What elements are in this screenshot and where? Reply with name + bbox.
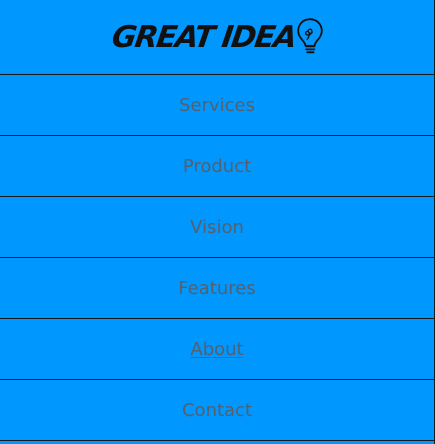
nav-link-about[interactable]: About xyxy=(190,340,243,359)
nav-link-product[interactable]: Product xyxy=(183,157,251,176)
brand-logo-link[interactable]: GREAT IDEA xyxy=(109,18,324,55)
primary-navigation: Services Product Vision Features About C… xyxy=(0,75,434,441)
lightbulb-icon xyxy=(297,18,323,54)
nav-item-vision: Vision xyxy=(0,197,434,258)
nav-link-features[interactable]: Features xyxy=(178,279,255,298)
nav-item-services: Services xyxy=(0,75,434,136)
nav-item-features: Features xyxy=(0,258,434,319)
site-header: GREAT IDEA xyxy=(0,0,434,75)
nav-link-contact[interactable]: Contact xyxy=(182,401,252,420)
nav-link-vision[interactable]: Vision xyxy=(190,218,244,237)
brand-logo-text: GREAT IDEA xyxy=(109,20,298,55)
nav-item-product: Product xyxy=(0,136,434,197)
nav-item-contact: Contact xyxy=(0,380,434,441)
mobile-menu-page: GREAT IDEA Services Product Vision Featu… xyxy=(0,0,435,444)
nav-link-services[interactable]: Services xyxy=(179,96,255,115)
navigation-list: Services Product Vision Features About C… xyxy=(0,75,434,441)
nav-item-about: About xyxy=(0,319,434,380)
